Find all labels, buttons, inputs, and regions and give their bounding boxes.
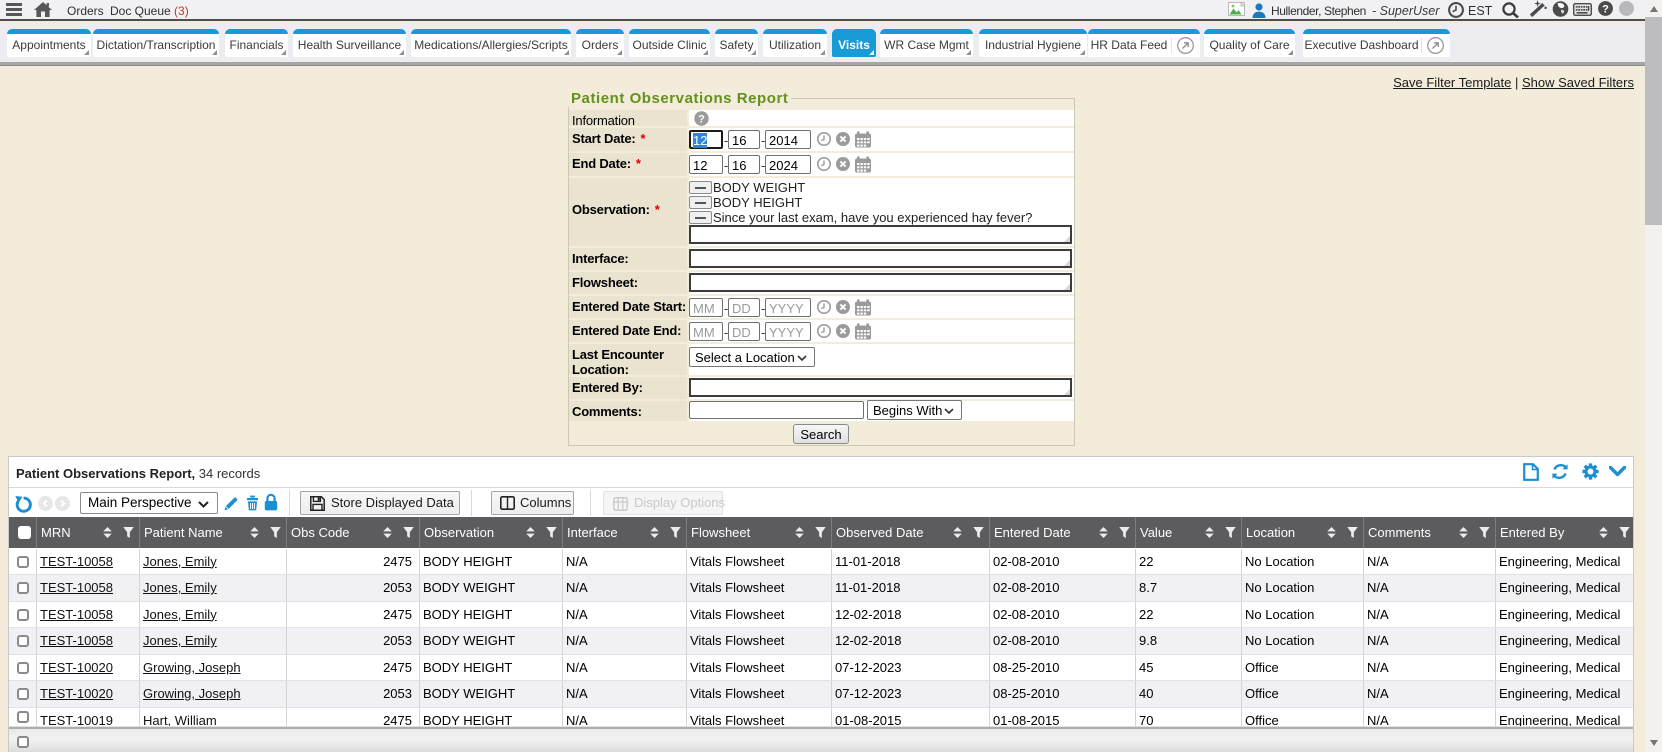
svg-text:?: ? (1602, 4, 1609, 16)
svg-text:?: ? (698, 114, 705, 126)
